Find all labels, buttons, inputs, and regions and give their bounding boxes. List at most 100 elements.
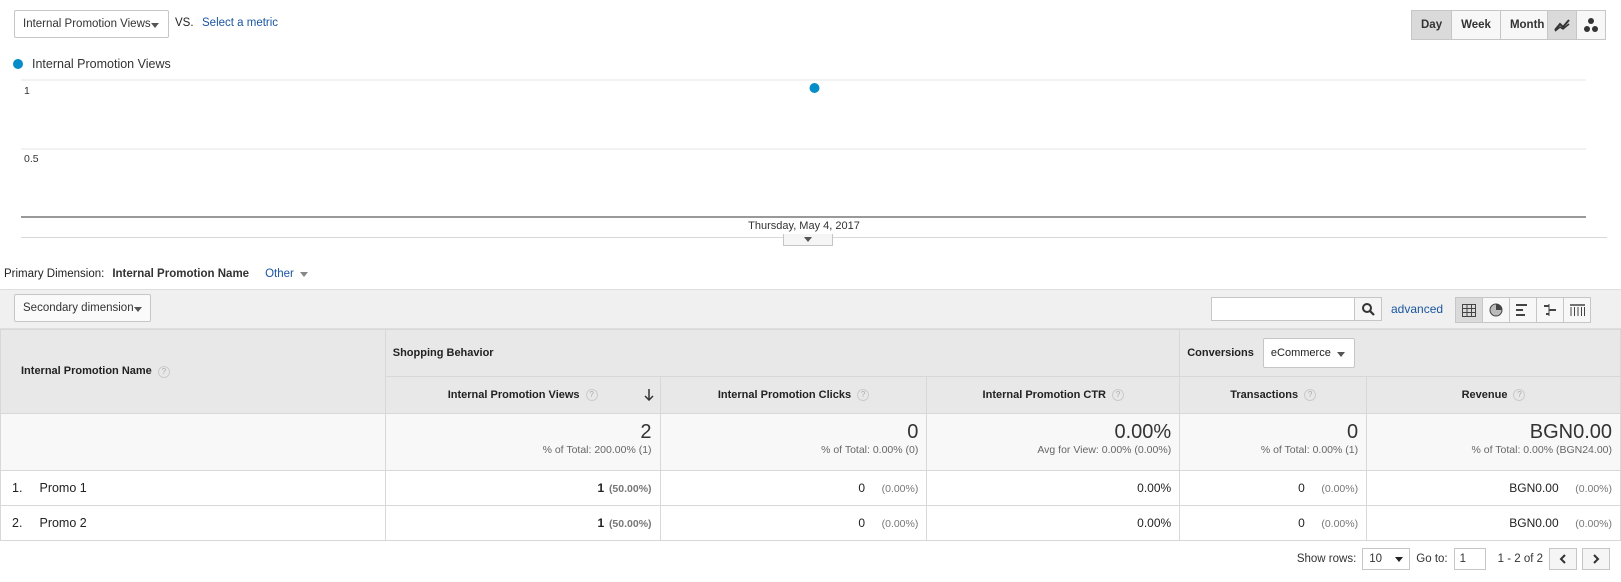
show-rows-select[interactable]: 10 [1362,548,1411,570]
row-transactions: 0 (0.00%) [1179,470,1368,506]
prev-page-button[interactable] [1549,548,1577,570]
col-header-transactions-label: Transactions [1230,388,1299,401]
col-header-ctr-label: Internal Promotion CTR [982,388,1106,401]
data-point-0[interactable] [809,83,820,93]
secondary-dimension-dropdown[interactable]: Secondary dimension [14,294,151,322]
col-header-views[interactable]: Internal Promotion Views? [384,376,661,414]
select-metric-link[interactable]: Select a metric [202,17,278,29]
table-search-input[interactable] [1211,297,1355,321]
total-revenue-sub: % of Total: 0.00% (BGN24.00) [1471,444,1612,456]
motion-chart-button[interactable] [1576,10,1606,40]
metric-selector-value: Internal Promotion Views [23,18,151,30]
chevron-right-icon [1593,554,1600,564]
promotion-name-link[interactable]: Promo 2 [39,516,86,530]
primary-dimension-active[interactable]: Internal Promotion Name [112,268,249,280]
show-rows-label: Show rows: [1296,553,1357,565]
promotion-name-link[interactable]: Promo 1 [39,481,86,495]
help-icon[interactable]: ? [1112,389,1124,402]
line-chart: 1 0.5 [21,79,1586,218]
period-day-button[interactable]: Day [1411,10,1453,40]
table-row: 2. Promo 2 1 (50.00%) 0 (0.00%) 0.00% 0 … [0,505,1621,541]
row-transactions-value: 0 [1298,516,1305,530]
help-icon[interactable]: ? [857,389,870,402]
row-ctr: 0.00% [926,470,1181,506]
period-week-button[interactable]: Week [1451,10,1501,40]
total-ctr: 0.00% Avg for View: 0.00% (0.00%) [926,413,1181,471]
next-page-button[interactable] [1582,548,1610,570]
row-revenue-pct: (0.00%) [1575,518,1612,530]
search-button[interactable] [1354,297,1382,321]
row-revenue-pct: (0.00%) [1575,483,1612,495]
y-tick-label-0-5: 0.5 [24,153,39,165]
totals-label-cell [0,413,386,471]
row-views-pct: (50.00%) [608,518,652,530]
chart-collapse-handle[interactable] [783,234,833,246]
chevron-down-icon [134,307,142,312]
dimension-header-label: Internal Promotion Name [21,365,152,378]
total-revenue-value: BGN0.00 [1529,421,1612,443]
chart-type-selector [1547,10,1606,40]
conversions-dropdown[interactable]: eCommerce [1262,338,1355,368]
legend-label: Internal Promotion Views [32,57,171,71]
chevron-down-icon [804,237,812,242]
col-header-views-label: Internal Promotion Views [447,388,580,401]
chevron-down-icon [1336,352,1345,357]
col-header-revenue[interactable]: Revenue? [1366,376,1621,414]
row-views-value: 1 [597,481,605,495]
bar-view-button[interactable] [1509,297,1537,323]
row-revenue: BGN0.00 (0.00%) [1366,470,1621,506]
row-clicks: 0 (0.00%) [659,470,928,506]
pagination-bar: Show rows: 10 Go to: 1 1 - 2 of 2 [0,548,1610,570]
table-row: 1. Promo 1 1 (50.00%) 0 (0.00%) 0.00% 0 … [0,470,1621,506]
conversions-group-header: Conversions eCommerce [1179,329,1621,377]
pivot-view-button[interactable] [1563,297,1591,323]
pie-view-button[interactable] [1482,297,1510,323]
advanced-filter-link[interactable]: advanced [1391,302,1443,316]
table-icon [1462,303,1476,317]
data-table: Internal Promotion Name? Shopping Behavi… [0,329,1621,541]
metric-selector[interactable]: Internal Promotion Views [14,10,169,38]
total-clicks-sub: % of Total: 0.00% (0) [821,444,919,456]
show-rows-value: 10 [1369,553,1383,565]
col-header-transactions[interactable]: Transactions? [1179,376,1368,414]
help-icon[interactable]: ? [157,365,170,378]
pagination-range: 1 - 2 of 2 [1497,553,1543,565]
shopping-behavior-group-header: Shopping Behavior [384,329,1181,377]
secondary-dimension-label: Secondary dimension [23,302,134,314]
row-views: 1 (50.00%) [384,505,661,541]
row-views-pct: (50.00%) [608,483,652,495]
col-header-revenue-label: Revenue [1461,388,1508,401]
col-header-clicks[interactable]: Internal Promotion Clicks? [659,376,928,414]
totals-row: 2 % of Total: 200.00% (1) 0 % of Total: … [0,413,1621,471]
y-tick-label-1: 1 [24,85,30,97]
help-icon[interactable]: ? [1304,389,1317,402]
total-clicks: 0 % of Total: 0.00% (0) [659,413,928,471]
row-revenue: BGN0.00 (0.00%) [1366,505,1621,541]
primary-dimension-other[interactable]: Other [265,268,309,280]
line-chart-button[interactable] [1547,10,1577,40]
line-chart-icon [1554,19,1570,32]
col-header-ctr[interactable]: Internal Promotion CTR? [926,376,1181,414]
row-index: 1. [12,481,23,495]
dimension-column-header[interactable]: Internal Promotion Name? [0,329,386,414]
total-transactions: 0 % of Total: 0.00% (1) [1179,413,1368,471]
total-revenue: BGN0.00 % of Total: 0.00% (BGN24.00) [1366,413,1621,471]
help-icon[interactable]: ? [585,389,598,402]
sort-descending-icon [644,389,654,401]
help-icon[interactable]: ? [1513,389,1526,402]
row-ctr: 0.00% [926,505,1181,541]
goto-input[interactable]: 1 [1453,548,1486,570]
pivot-icon [1569,304,1585,316]
table-view-button[interactable] [1455,297,1483,323]
row-transactions-pct: (0.00%) [1321,483,1359,495]
comparison-view-button[interactable] [1536,297,1564,323]
total-transactions-sub: % of Total: 0.00% (1) [1260,444,1359,456]
row-clicks: 0 (0.00%) [659,505,928,541]
legend-dot [13,59,23,69]
total-views-value: 2 [640,421,652,443]
total-clicks-value: 0 [907,421,919,443]
other-label: Other [265,268,294,280]
row-transactions-pct: (0.00%) [1321,518,1359,530]
vs-label: VS. [175,17,194,29]
total-transactions-value: 0 [1346,421,1359,443]
